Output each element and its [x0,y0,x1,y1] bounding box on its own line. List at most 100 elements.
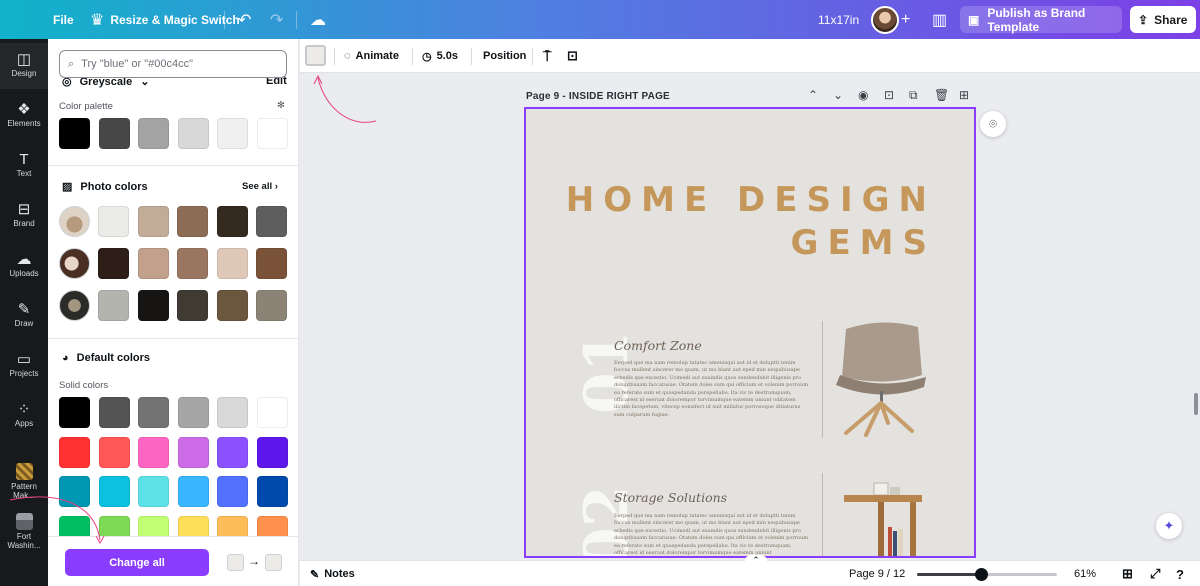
headline[interactable]: HOME DESIGN GEMS [566,179,936,265]
rail-item-design[interactable]: ◫ Design [0,43,48,89]
add-collaborator-icon[interactable]: + [901,0,910,39]
color-swatch[interactable] [256,290,287,321]
see-all-link[interactable]: See all › [242,181,278,192]
expand-pages-chevron-icon[interactable]: ⌃ [745,555,767,567]
zoom-slider[interactable] [917,568,1057,581]
color-swatch[interactable] [217,436,248,468]
section-2-title[interactable]: Storage Solutions [614,490,727,505]
color-swatch[interactable] [138,436,169,468]
resize-magic-switch-button[interactable]: ♛ Resize & Magic Switch [90,0,240,39]
color-swatch[interactable] [216,248,248,279]
color-swatch[interactable] [137,248,169,279]
color-swatch[interactable] [177,206,208,237]
publish-brand-template-button[interactable]: ▣ Publish as Brand Template [960,6,1122,34]
section-2-body[interactable]: Eerped que ma nam remolup tatatec umenis… [614,513,810,556]
chevron-down-icon[interactable]: ⌄ [833,88,843,102]
section-1-body[interactable]: Eerped que ma nam remolup tatatec umenis… [614,360,810,419]
color-swatch[interactable] [217,397,248,428]
rail-item-elements[interactable]: ❖ Elements [0,93,48,139]
avatar[interactable] [871,6,899,34]
color-swatch[interactable] [98,476,130,507]
redo-icon[interactable]: ↷ [270,0,283,39]
change-all-button[interactable]: Change all [65,549,209,576]
color-swatch[interactable] [59,476,90,507]
rail-item-draw[interactable]: ✎ Draw [0,293,48,339]
rail-item-text[interactable]: T Text [0,143,48,189]
color-swatch[interactable] [98,436,130,468]
magic-assistant-icon[interactable]: ✦ [1156,513,1182,539]
color-swatch[interactable] [256,248,287,279]
zoom-level[interactable]: 61% [1074,561,1096,586]
cloud-saved-icon[interactable]: ☁ [310,0,326,39]
page-counter[interactable]: Page 9 / 12 [849,561,905,586]
color-swatch[interactable] [256,436,288,468]
notes-button[interactable]: ✎ Notes [310,561,355,586]
color-swatch[interactable] [59,118,90,149]
color-swatch[interactable] [98,397,130,428]
grid-view-icon[interactable]: ⊞ [1122,561,1133,586]
photo-thumbnail[interactable] [59,206,90,237]
color-swatch[interactable] [177,436,209,468]
color-swatch[interactable] [177,248,208,279]
rail-item-fort-washington[interactable]: Fort Washin... [0,505,48,551]
color-swatch[interactable] [216,206,248,237]
lock-icon[interactable]: ⊡ [567,39,578,73]
position-button[interactable]: Position [483,39,526,73]
hide-eye-icon[interactable]: ◉ [858,88,868,102]
color-swatch[interactable] [177,290,208,321]
rail-item-pattern-maker[interactable]: Pattern Mak... [0,455,48,501]
color-swatch[interactable] [59,397,90,428]
insights-chart-icon[interactable]: ▥ [932,0,947,39]
share-button[interactable]: ⇪ Share [1130,6,1196,33]
delete-page-icon[interactable]: 🗑 [934,88,949,102]
color-swatch[interactable] [98,118,130,149]
comment-add-icon[interactable]: ⌾ [980,111,1006,137]
chevron-up-icon[interactable]: ⌃ [808,88,818,102]
duration-button[interactable]: ◷ 5.0s [422,39,458,73]
color-swatch[interactable] [59,436,90,468]
rail-item-brand[interactable]: ⊟ Brand [0,193,48,239]
photo-thumbnail[interactable] [59,290,90,321]
design-size-label[interactable]: 11x17in [818,0,859,39]
color-swatch[interactable] [256,476,288,507]
color-swatch[interactable] [137,290,169,321]
help-icon[interactable]: ? [1176,561,1184,586]
rail-item-uploads[interactable]: ☁ Uploads [0,243,48,289]
paint-roller-icon[interactable]: ⍑ [543,39,551,73]
color-swatch[interactable] [138,397,169,428]
chair-image[interactable] [826,319,936,437]
rail-item-projects[interactable]: ▭ Projects [0,343,48,389]
rail-item-apps[interactable]: ⁘ Apps [0,393,48,439]
color-swatch[interactable] [256,206,287,237]
color-swatch[interactable] [217,118,248,149]
palette-brand-icon[interactable]: ✻ [277,100,285,111]
color-swatch[interactable] [177,476,209,507]
color-swatch[interactable] [256,397,288,428]
duplicate-page-icon[interactable]: ⧉ [909,88,918,103]
color-swatch[interactable] [256,118,288,149]
color-swatch[interactable] [98,206,129,237]
color-swatch[interactable] [137,206,169,237]
color-swatch[interactable] [98,290,129,321]
animate-button[interactable]: ◌ Animate [344,39,399,73]
add-page-icon[interactable]: ⊞ [959,88,969,102]
design-page[interactable]: HOME DESIGN GEMS 01 Comfort Zone Eerped … [524,107,976,558]
side-table-image[interactable] [838,481,928,558]
color-swatch[interactable] [98,248,129,279]
color-swatch[interactable] [177,118,209,149]
color-swatch[interactable] [217,476,248,507]
background-color-swatch[interactable] [305,45,326,66]
page-title[interactable]: Page 9 - INSIDE RIGHT PAGE [526,91,670,102]
color-swatch[interactable] [177,397,209,428]
color-swatch[interactable] [138,476,169,507]
lock-page-icon[interactable]: ⊡ [884,88,894,102]
vertical-scrollbar[interactable] [1194,393,1198,415]
photo-thumbnail[interactable] [59,248,90,279]
section-1-title[interactable]: Comfort Zone [614,338,702,353]
color-swatch[interactable] [138,118,169,149]
color-swatch[interactable] [216,290,248,321]
file-menu[interactable]: File [53,0,74,39]
color-search-input[interactable]: ⌕ Try "blue" or "#00c4cc" [59,50,287,78]
zoom-slider-knob[interactable] [975,568,989,581]
fullscreen-icon[interactable]: ⤢ [1150,561,1160,586]
